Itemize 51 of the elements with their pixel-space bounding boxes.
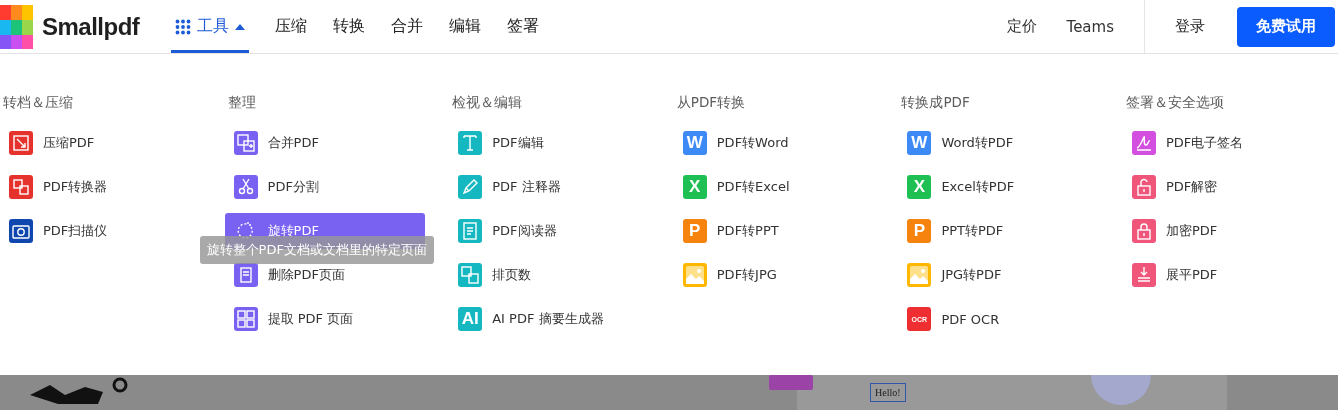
tool-icon: X: [682, 175, 707, 199]
column-heading: 从PDF转换: [675, 94, 747, 112]
tool-icon: P: [682, 219, 707, 243]
menu-item[interactable]: PDF 注释器: [449, 169, 650, 205]
tool-icon: X: [907, 175, 932, 199]
tool-icon: P: [907, 219, 932, 243]
free-trial-button[interactable]: 免费试用: [1237, 6, 1335, 47]
column-heading: 签署＆安全选项: [1124, 94, 1225, 112]
menu-item[interactable]: W Word转PDF: [898, 125, 1099, 161]
menu-item[interactable]: X PDF转Excel: [673, 169, 874, 205]
menu-item[interactable]: 展平PDF: [1122, 257, 1323, 293]
menu-item[interactable]: X Excel转PDF: [898, 169, 1099, 205]
login-link[interactable]: 登录: [1175, 0, 1205, 53]
menu-item[interactable]: 提取 PDF 页面: [224, 301, 425, 337]
caret-icon: [235, 23, 245, 30]
menu-item[interactable]: W PDF转Word: [673, 125, 874, 161]
nav-link[interactable]: 转换: [333, 0, 365, 53]
menu-item[interactable]: PDF编辑: [449, 125, 650, 161]
nav-link[interactable]: 编辑: [449, 0, 481, 53]
menu-item[interactable]: PDF转JPG: [673, 257, 874, 293]
menu-item[interactable]: P PDF转PPT: [673, 213, 874, 249]
text-box: Hello!: [870, 383, 906, 402]
menu-item[interactable]: P PPT转PDF: [898, 213, 1099, 249]
nav-link[interactable]: Teams: [1066, 0, 1114, 53]
menu-item[interactable]: JPG转PDF: [898, 257, 1099, 293]
logo-text[interactable]: Smallpdf: [42, 12, 140, 41]
menu-item[interactable]: 压缩PDF: [0, 125, 200, 161]
menu-item[interactable]: 合并PDF: [224, 125, 425, 161]
column-heading: 检视＆编辑: [451, 94, 524, 112]
column-heading: 整理: [226, 94, 257, 112]
menu-item[interactable]: PDF阅读器: [449, 213, 650, 249]
menu-item[interactable]: PDF分割: [224, 169, 425, 205]
menu-item[interactable]: PDF解密: [1122, 169, 1323, 205]
column-heading: 转换成PDF: [900, 94, 971, 112]
menu-item[interactable]: PDF电子签名: [1122, 125, 1323, 161]
nav-link[interactable]: 压缩: [275, 0, 307, 53]
nav-link[interactable]: 合并: [391, 0, 423, 53]
column-heading: 转档＆压缩: [2, 94, 74, 112]
menu-item[interactable]: PDF转换器: [0, 169, 200, 205]
tool-icon: W: [682, 131, 707, 155]
logo-icon: [0, 4, 33, 49]
nav-link[interactable]: 定价: [1006, 0, 1037, 53]
menu-item[interactable]: 排页数: [449, 257, 650, 293]
menu-item[interactable]: 加密PDF: [1122, 213, 1323, 249]
tool-icon: W: [907, 131, 932, 155]
grid-icon: [175, 18, 191, 35]
nav-link[interactable]: 签署: [507, 0, 539, 53]
tooltip: 旋转整个PDF文档或文档里的特定页面: [199, 236, 434, 264]
tool-icon: AI: [458, 307, 483, 331]
menu-item[interactable]: AI AI PDF 摘要生成器: [449, 301, 650, 337]
menu-item[interactable]: PDF扫描仪: [0, 213, 200, 249]
